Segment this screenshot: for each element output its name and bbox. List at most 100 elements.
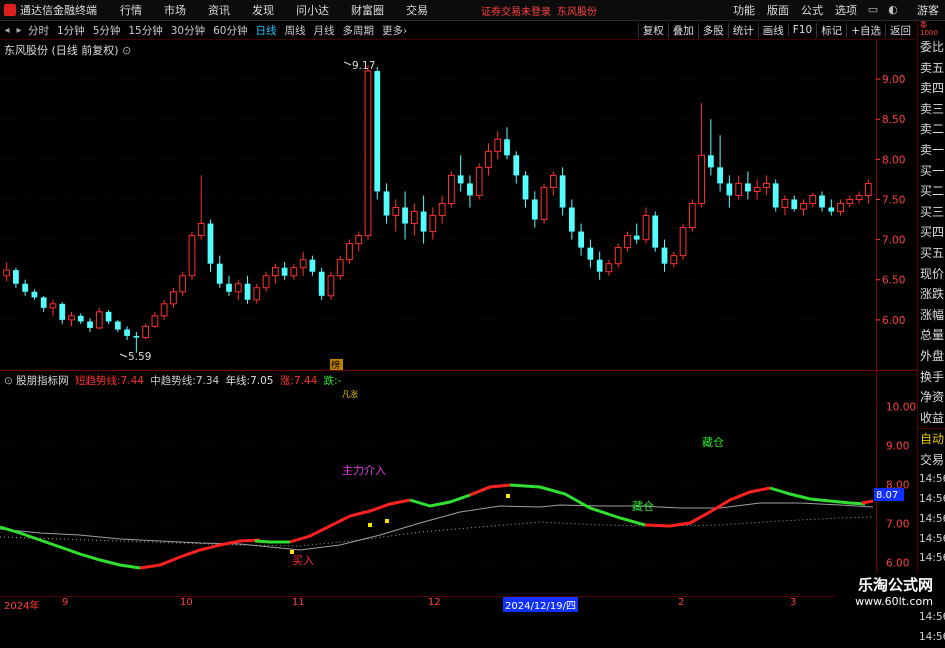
time-tick: 12 bbox=[428, 597, 441, 608]
annotation-hide-1: 藏仓 bbox=[702, 435, 724, 449]
candle-body bbox=[661, 247, 668, 264]
side-item[interactable]: 净资 bbox=[918, 387, 945, 408]
candle-body bbox=[688, 202, 696, 229]
side-item[interactable]: 涨幅 bbox=[918, 305, 945, 326]
side-item[interactable]: 买一 bbox=[918, 161, 945, 182]
candle-body bbox=[105, 311, 112, 322]
indicator-tick-label: 7.00 bbox=[886, 518, 909, 530]
candle-body bbox=[327, 275, 335, 297]
side-item-trade[interactable]: 交易 bbox=[918, 450, 945, 471]
candle-body bbox=[438, 202, 446, 217]
side-item[interactable]: 卖三 bbox=[918, 99, 945, 120]
time-tick: 2024年 bbox=[4, 601, 40, 612]
candle-body bbox=[271, 267, 279, 277]
candle-body bbox=[374, 71, 381, 192]
side-panel: 委 1000 委比 卖五 卖四 卖三 卖二 卖一 买一 买二 买三 买四 买五 现价 涨跌 涨幅 总量 外盘换… bbox=[917, 21, 945, 643]
user-label[interactable]: 游客 bbox=[917, 2, 939, 18]
candle-body bbox=[124, 329, 130, 336]
candle-body bbox=[410, 211, 418, 225]
side-item[interactable]: 换手 bbox=[918, 367, 945, 388]
side-item[interactable]: 卖四 bbox=[918, 78, 945, 99]
annotation-buy: 买入 bbox=[292, 554, 314, 567]
candle-body bbox=[642, 215, 650, 241]
price-tick-label: 9.00 bbox=[882, 74, 905, 86]
candle-body bbox=[420, 211, 427, 232]
candle-body bbox=[59, 303, 66, 320]
candles-group bbox=[3, 65, 872, 353]
year-line bbox=[0, 516, 874, 547]
candle-body bbox=[800, 202, 807, 210]
time-tick: 3 bbox=[790, 597, 797, 608]
side-item[interactable]: 卖二 bbox=[918, 119, 945, 140]
annotation-hide-2: 藏仓 bbox=[632, 499, 654, 513]
side-item[interactable]: 委比 bbox=[918, 37, 945, 58]
side-item[interactable]: 外盘 bbox=[918, 346, 945, 367]
current-value: 8.07 bbox=[876, 490, 898, 501]
candle-body bbox=[735, 182, 743, 196]
kline-chart[interactable]: 9.00 8.50 8.00 7.50 7.00 6.50 6.00 10.00 9.00 8.… bbox=[0, 0, 917, 596]
side-item[interactable]: 买三 bbox=[918, 202, 945, 223]
candle-body bbox=[578, 231, 584, 248]
watermark-url: www.60lt.com bbox=[855, 595, 933, 608]
candle-body bbox=[698, 154, 705, 204]
tick-time: 14:56 bbox=[919, 630, 945, 643]
tick-time: 14:56 bbox=[919, 532, 945, 545]
candle-body bbox=[392, 207, 400, 217]
candle-body bbox=[475, 166, 483, 196]
side-item[interactable]: 买五 bbox=[918, 243, 945, 264]
short-trend-line-red bbox=[861, 499, 874, 505]
candle-body bbox=[13, 270, 19, 284]
price-axis-ticks: 9.00 8.50 8.00 7.50 7.00 6.50 6.00 bbox=[876, 74, 905, 327]
side-top-2: 1000 bbox=[920, 29, 938, 37]
side-item-trade[interactable]: 自动 bbox=[918, 429, 945, 450]
candle-body bbox=[87, 321, 93, 328]
candle-body bbox=[355, 235, 363, 245]
price-tick-label: 6.50 bbox=[882, 275, 905, 287]
side-item[interactable]: 卖一 bbox=[918, 140, 945, 161]
min-price-pointer bbox=[119, 353, 128, 358]
watermark-title: 乐淘公式网 bbox=[857, 576, 933, 594]
candle-body bbox=[467, 183, 473, 196]
candle-body bbox=[819, 195, 825, 208]
min-price-label: 5.59 bbox=[128, 351, 151, 363]
candle-body bbox=[114, 321, 121, 330]
candle-body bbox=[457, 175, 464, 184]
candle-body bbox=[679, 227, 687, 257]
side-item[interactable]: 买四 bbox=[918, 222, 945, 243]
candle-body bbox=[540, 186, 548, 221]
side-times: 14:5614:5614:5614:5614:5614:5614:5614:56… bbox=[918, 470, 945, 647]
candle-body bbox=[262, 275, 270, 289]
side-item[interactable]: 卖五 bbox=[918, 58, 945, 79]
side-item[interactable]: 买二 bbox=[918, 181, 945, 202]
candle-body bbox=[568, 207, 575, 232]
candle-body bbox=[253, 287, 261, 301]
candle-body bbox=[133, 335, 140, 338]
time-cursor-label: 2024/12/19/四 bbox=[503, 597, 579, 612]
candle-body bbox=[68, 315, 75, 321]
side-item[interactable]: 涨跌 bbox=[918, 284, 945, 305]
side-items2: 自动 交易 bbox=[918, 429, 945, 470]
annotation-main-in: 主力介入 bbox=[342, 464, 386, 477]
max-price-label: 9.17 bbox=[352, 60, 375, 72]
candle-body bbox=[494, 138, 502, 152]
side-item[interactable]: 现价 bbox=[918, 264, 945, 285]
max-price-pointer bbox=[343, 61, 352, 66]
candle-body bbox=[95, 311, 103, 329]
short-trend-line-red bbox=[469, 483, 511, 497]
price-gridlines bbox=[0, 78, 876, 321]
price-tick-label: 7.50 bbox=[882, 194, 905, 206]
candle-body bbox=[828, 207, 835, 212]
side-item[interactable]: 收益 bbox=[918, 408, 945, 429]
price-tick-label: 7.00 bbox=[882, 235, 905, 247]
candle-body bbox=[188, 235, 196, 277]
candle-body bbox=[290, 267, 298, 277]
candle-body bbox=[170, 291, 177, 305]
side-items: 委比 卖五 卖四 卖三 卖二 卖一 买一 买二 买三 买四 买五 现价 涨跌 涨幅 总量 外盘 换手 净资 收益 bbox=[918, 37, 945, 428]
signal-marker bbox=[385, 519, 389, 523]
candle-body bbox=[77, 315, 84, 322]
candle-body bbox=[197, 223, 205, 237]
candle-body bbox=[652, 215, 659, 248]
side-item[interactable]: 总量 bbox=[918, 325, 945, 346]
short-trend-line-green bbox=[254, 539, 290, 544]
candle-body bbox=[791, 199, 798, 210]
